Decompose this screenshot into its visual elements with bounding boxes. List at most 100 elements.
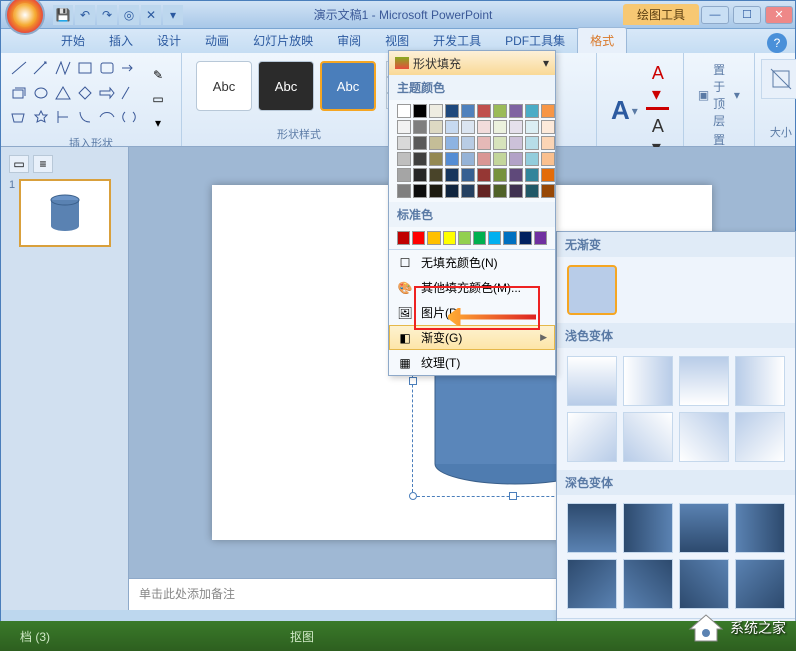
- color-swatch[interactable]: [519, 231, 532, 245]
- color-swatch[interactable]: [429, 168, 443, 182]
- color-swatch[interactable]: [541, 120, 555, 134]
- color-swatch[interactable]: [458, 231, 471, 245]
- tab-design[interactable]: 设计: [145, 28, 193, 53]
- shapes-gallery[interactable]: [7, 57, 141, 133]
- qat-close-icon[interactable]: ✕: [141, 5, 161, 25]
- text-fill-icon[interactable]: A ▾: [646, 61, 669, 110]
- color-swatch[interactable]: [477, 184, 491, 198]
- color-swatch[interactable]: [429, 104, 443, 118]
- tab-insert[interactable]: 插入: [97, 28, 145, 53]
- help-icon[interactable]: ?: [767, 33, 787, 53]
- tab-home[interactable]: 开始: [49, 28, 97, 53]
- color-swatch[interactable]: [429, 152, 443, 166]
- qat-save-icon[interactable]: 💾: [53, 5, 73, 25]
- color-swatch[interactable]: [397, 231, 410, 245]
- color-swatch[interactable]: [525, 120, 539, 134]
- slides-tab-icon[interactable]: ▭: [9, 155, 29, 173]
- color-swatch[interactable]: [509, 184, 523, 198]
- gradient-swatch[interactable]: [623, 356, 673, 406]
- tab-review[interactable]: 审阅: [325, 28, 373, 53]
- qat-undo-icon[interactable]: ↶: [75, 5, 95, 25]
- gradient-swatch[interactable]: [679, 503, 729, 553]
- color-swatch[interactable]: [509, 152, 523, 166]
- color-swatch[interactable]: [461, 168, 475, 182]
- color-swatch[interactable]: [429, 120, 443, 134]
- color-swatch[interactable]: [525, 136, 539, 150]
- color-swatch[interactable]: [493, 136, 507, 150]
- gradient-swatch[interactable]: [735, 503, 785, 553]
- shape-fill-button[interactable]: 形状填充 ▾: [389, 51, 555, 75]
- color-swatch[interactable]: [541, 152, 555, 166]
- taskbar-item-1[interactable]: 档 (3): [0, 624, 70, 649]
- qat-extra-icon[interactable]: ◎: [119, 5, 139, 25]
- color-swatch[interactable]: [509, 104, 523, 118]
- color-swatch[interactable]: [493, 152, 507, 166]
- gradient-swatch[interactable]: [567, 503, 617, 553]
- color-swatch[interactable]: [461, 104, 475, 118]
- standard-color-row[interactable]: [389, 227, 555, 249]
- color-swatch[interactable]: [445, 184, 459, 198]
- color-swatch[interactable]: [445, 168, 459, 182]
- bring-front-button[interactable]: ▣置于顶层▾: [698, 61, 740, 129]
- color-swatch[interactable]: [534, 231, 547, 245]
- color-swatch[interactable]: [477, 120, 491, 134]
- texture-fill-item[interactable]: ▦纹理(T): [389, 350, 555, 375]
- gradient-swatch[interactable]: [567, 559, 617, 609]
- gradient-swatch[interactable]: [567, 356, 617, 406]
- color-swatch[interactable]: [473, 231, 486, 245]
- outline-tab-icon[interactable]: ≡: [33, 155, 53, 173]
- color-swatch[interactable]: [461, 152, 475, 166]
- color-swatch[interactable]: [525, 104, 539, 118]
- color-swatch[interactable]: [461, 184, 475, 198]
- qat-redo-icon[interactable]: ↷: [97, 5, 117, 25]
- color-swatch[interactable]: [397, 152, 411, 166]
- color-swatch[interactable]: [413, 136, 427, 150]
- gradient-fill-item[interactable]: ◧渐变(G)▶: [389, 325, 555, 350]
- color-swatch[interactable]: [461, 136, 475, 150]
- color-swatch[interactable]: [541, 136, 555, 150]
- color-swatch[interactable]: [525, 152, 539, 166]
- color-swatch[interactable]: [503, 231, 516, 245]
- gradient-swatch[interactable]: [735, 412, 785, 462]
- gradient-swatch[interactable]: [679, 559, 729, 609]
- tab-show[interactable]: 幻灯片放映: [241, 28, 325, 53]
- color-swatch[interactable]: [461, 120, 475, 134]
- color-swatch[interactable]: [397, 168, 411, 182]
- color-swatch[interactable]: [445, 120, 459, 134]
- size-button[interactable]: [761, 59, 796, 99]
- style-swatch-3[interactable]: Abc: [320, 61, 376, 111]
- no-gradient-swatch[interactable]: [567, 265, 617, 315]
- color-swatch[interactable]: [488, 231, 501, 245]
- wordart-icon[interactable]: A: [611, 95, 630, 126]
- no-fill-item[interactable]: ☐无填充颜色(N): [389, 250, 555, 275]
- color-swatch[interactable]: [477, 152, 491, 166]
- color-swatch[interactable]: [397, 136, 411, 150]
- theme-color-grid[interactable]: [389, 100, 555, 202]
- color-swatch[interactable]: [413, 120, 427, 134]
- color-swatch[interactable]: [429, 136, 443, 150]
- maximize-button[interactable]: ☐: [733, 6, 761, 24]
- dark-gradient-grid[interactable]: [557, 495, 795, 617]
- color-swatch[interactable]: [429, 184, 443, 198]
- textbox-icon[interactable]: ▭: [147, 89, 169, 109]
- color-swatch[interactable]: [541, 168, 555, 182]
- edit-shape-icon[interactable]: ✎: [147, 65, 169, 85]
- color-swatch[interactable]: [397, 104, 411, 118]
- color-swatch[interactable]: [493, 120, 507, 134]
- tab-format[interactable]: 格式: [577, 27, 627, 53]
- color-swatch[interactable]: [477, 136, 491, 150]
- gradient-swatch[interactable]: [623, 559, 673, 609]
- gradient-swatch[interactable]: [679, 412, 729, 462]
- color-swatch[interactable]: [445, 104, 459, 118]
- color-swatch[interactable]: [445, 136, 459, 150]
- color-swatch[interactable]: [509, 120, 523, 134]
- color-swatch[interactable]: [413, 184, 427, 198]
- gradient-swatch[interactable]: [735, 356, 785, 406]
- slide-thumbnail[interactable]: [19, 179, 111, 247]
- color-swatch[interactable]: [427, 231, 440, 245]
- gradient-swatch[interactable]: [623, 503, 673, 553]
- color-swatch[interactable]: [509, 168, 523, 182]
- color-swatch[interactable]: [443, 231, 456, 245]
- color-swatch[interactable]: [397, 184, 411, 198]
- color-swatch[interactable]: [477, 104, 491, 118]
